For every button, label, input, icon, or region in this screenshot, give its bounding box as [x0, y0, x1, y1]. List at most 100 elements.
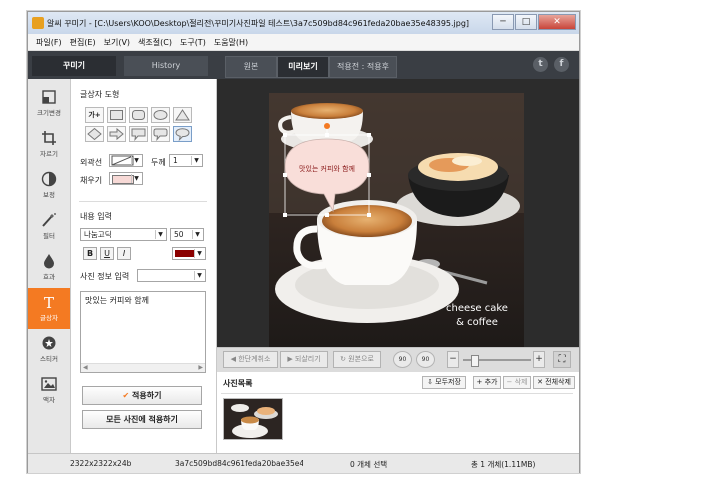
shape-arrow[interactable] [107, 126, 126, 142]
shape-callout-rounded[interactable] [151, 126, 170, 142]
tool-effect-label: 효과 [43, 273, 55, 281]
undo-button[interactable]: ◀ 한단계취소 [223, 351, 278, 368]
effect-icon [44, 254, 54, 269]
save-all-button[interactable]: ⇩ 모두저장 [422, 376, 466, 389]
shape-rectangle[interactable] [107, 107, 126, 123]
text-color-swatch [175, 250, 195, 257]
save-all-label: 모두저장 [435, 378, 461, 386]
menu-tools[interactable]: 도구(T) [180, 37, 206, 48]
tab-decorate[interactable]: 꾸미기 [32, 56, 116, 76]
menu-help[interactable]: 도움말(H) [214, 37, 248, 48]
apply-button[interactable]: ✔ 적용하기 [82, 386, 202, 405]
photo-list-divider [221, 393, 573, 394]
zoom-out-button[interactable]: − [447, 351, 459, 368]
menu-view[interactable]: 보기(V) [104, 37, 130, 48]
divider [79, 201, 207, 202]
fit-screen-button[interactable]: ⛶ [553, 351, 571, 368]
tool-textbox[interactable]: T 글상자 [28, 288, 70, 329]
underline-button[interactable]: U [100, 247, 114, 260]
rotate-left-button[interactable]: 90 [393, 351, 412, 368]
photo-info-dropdown-arrow: ▼ [194, 271, 204, 280]
fill-label: 채우기 [80, 176, 103, 185]
ellipse-shape-icon [153, 110, 168, 120]
apply-label: 적용하기 [132, 391, 162, 400]
italic-button[interactable]: I [117, 247, 131, 260]
tab-original[interactable]: 원본 [225, 56, 277, 78]
tool-effect[interactable]: 효과 [28, 247, 70, 288]
font-size-dropdown-arrow: ▼ [192, 230, 202, 239]
tool-adjust[interactable]: 보정 [28, 165, 70, 206]
status-bar: 2322x2322x24b 3a7c509bd84c961feda20bae35… [28, 453, 579, 473]
rounded-rect-shape-icon [132, 110, 145, 120]
tool-frame-label: 액자 [43, 396, 55, 404]
frame-icon [41, 377, 57, 391]
fill-color-select[interactable]: ▼ [109, 172, 143, 185]
shape-ellipse[interactable] [151, 107, 170, 123]
delete-all-button[interactable]: ✕ 전체삭제 [533, 376, 575, 389]
tab-preview[interactable]: 미리보기 [277, 56, 329, 78]
tool-filter[interactable]: 필터 [28, 206, 70, 247]
zoom-slider[interactable] [463, 355, 531, 367]
textbox-icon: T [44, 294, 54, 310]
shape-diamond[interactable] [85, 126, 104, 142]
restore-original-button[interactable]: ↻ 원본으로 [333, 351, 381, 368]
scroll-right-arrow[interactable]: ▶ [198, 364, 203, 372]
status-filename: 3a7c509bd84c961feda20bae35e4839 [175, 459, 303, 468]
text-input-area[interactable]: 맛있는 커피와 함께 ◀ ▶ [80, 291, 206, 373]
font-size-select[interactable]: 50 ▼ [170, 228, 204, 241]
status-image-size: 2322x2322x24b [70, 459, 132, 468]
thickness-select[interactable]: 1 ▼ [169, 154, 203, 167]
app-window: 알씨 꾸미기 - [C:\Users\KOO\Desktop\절리전\꾸미기사진… [27, 11, 580, 473]
photo-thumbnail[interactable] [223, 398, 283, 440]
textarea-scrollbar[interactable]: ◀ ▶ [81, 363, 205, 372]
close-button[interactable]: ✕ [538, 14, 576, 30]
window-title: 알씨 꾸미기 - [C:\Users\KOO\Desktop\절리전\꾸미기사진… [47, 19, 470, 28]
minimize-button[interactable]: ─ [492, 14, 514, 30]
menu-file[interactable]: 파일(F) [36, 37, 62, 48]
tool-resize-label: 크기변경 [37, 109, 61, 117]
tool-sticker[interactable]: 스티커 [28, 329, 70, 370]
checkmark-icon: ✔ [122, 391, 130, 400]
add-photo-button[interactable]: + 추가 [473, 376, 501, 389]
menu-edit[interactable]: 편집(E) [70, 37, 96, 48]
tab-history[interactable]: History [124, 56, 208, 76]
thickness-dropdown-arrow: ▼ [191, 156, 201, 165]
outline-style-select[interactable]: ▼ [109, 154, 143, 167]
apply-all-button[interactable]: 모든 사진에 적용하기 [82, 410, 202, 429]
tool-resize[interactable]: 크기변경 [28, 83, 70, 124]
maximize-button[interactable]: □ [515, 14, 537, 30]
title-bar: 알씨 꾸미기 - [C:\Users\KOO\Desktop\절리전\꾸미기사진… [28, 12, 579, 34]
image-canvas[interactable]: 맛있는 커피와 함께 cheese cake & coffee [217, 79, 579, 347]
tool-crop[interactable]: 자르기 [28, 124, 70, 165]
crop-icon [42, 131, 56, 145]
text-color-select[interactable]: ▼ [172, 247, 206, 260]
shape-callout-rect[interactable] [129, 126, 148, 142]
tool-adjust-label: 보정 [43, 191, 55, 199]
sticker-icon [42, 336, 56, 350]
facebook-icon[interactable]: f [554, 57, 569, 72]
redo-button[interactable]: ▶ 되살리기 [280, 351, 328, 368]
svg-text:T: T [44, 294, 54, 310]
rotate-right-button[interactable]: 90 [416, 351, 435, 368]
shape-text-only[interactable]: 가+ [85, 107, 104, 123]
shape-callout-oval[interactable] [173, 126, 192, 142]
delete-photo-button[interactable]: − 삭제 [503, 376, 531, 389]
tool-crop-label: 자르기 [40, 150, 58, 158]
menu-color[interactable]: 색조절(C) [138, 37, 172, 48]
photo-list-panel: 사진목록 ⇩ 모두저장 + 추가 − 삭제 ✕ 전체삭제 [217, 372, 579, 453]
thumbnail-image [231, 404, 278, 438]
scroll-left-arrow[interactable]: ◀ [83, 364, 88, 372]
tool-frame[interactable]: 액자 [28, 370, 70, 411]
tab-before-after[interactable]: 적용전 : 적용후 [329, 56, 397, 78]
redo-label: 되살리기 [294, 355, 321, 363]
zoom-in-button[interactable]: + [533, 351, 545, 368]
twitter-icon[interactable]: t [533, 57, 548, 72]
tool-sticker-label: 스티커 [40, 355, 58, 363]
bold-button[interactable]: B [83, 247, 97, 260]
shape-rounded-rect[interactable] [129, 107, 148, 123]
photo-info-select[interactable]: ▼ [137, 269, 206, 282]
font-select[interactable]: 나눔고딕 ▼ [80, 228, 167, 241]
zoom-slider-handle[interactable] [471, 355, 479, 367]
bubble-text[interactable]: 맛있는 커피와 함께 [299, 164, 355, 173]
shape-triangle[interactable] [173, 107, 192, 123]
